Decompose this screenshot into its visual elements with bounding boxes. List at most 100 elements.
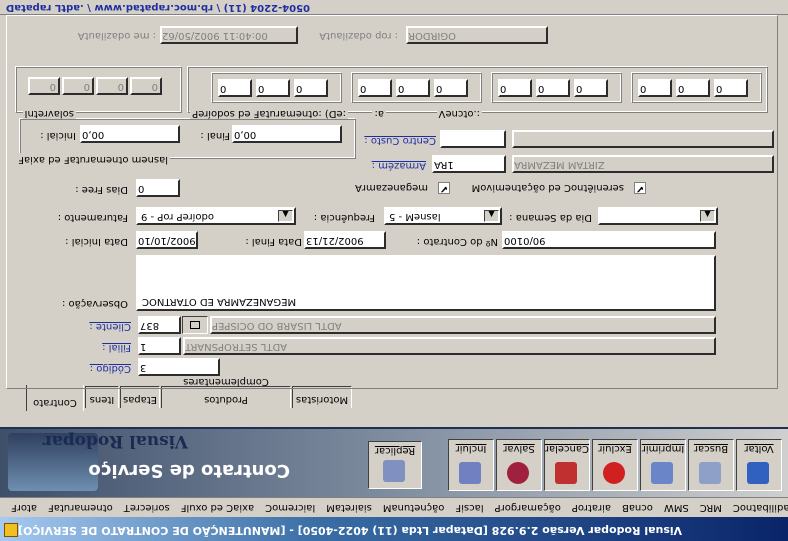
- periodo-input[interactable]: 0: [638, 79, 672, 97]
- menu-frota[interactable]: Frota: [11, 502, 37, 513]
- periodo-input[interactable]: 0: [358, 79, 392, 97]
- inicial-input[interactable]: 0,00: [80, 125, 180, 143]
- replicar-icon: [383, 460, 405, 482]
- armazem-input[interactable]: AR1: [432, 155, 506, 173]
- salvar-button[interactable]: Salvar: [496, 439, 542, 491]
- periodo-input[interactable]: 0: [294, 79, 328, 97]
- data-inicial-input[interactable]: 01/01/2009: [136, 231, 198, 249]
- chevron-down-icon[interactable]: ▲: [484, 210, 499, 222]
- menu-wms[interactable]: WMS: [664, 502, 689, 513]
- menu-manuten-o[interactable]: Manutenção: [383, 502, 445, 513]
- status-text: Datapar Ltda. \ www.datapar.com.br \ (11…: [6, 2, 311, 13]
- atualizado-em-label: Atualizado em :: [77, 30, 156, 41]
- chevron-down-icon[interactable]: ▲: [700, 210, 715, 222]
- inicial-label: Inicial :: [40, 130, 76, 141]
- menu-bar: Frota Faturamento Terceiros Fluxo de Caixa C…: [0, 497, 788, 517]
- incluir-button[interactable]: Incluir: [448, 439, 494, 491]
- intervalo-input[interactable]: 0: [130, 77, 162, 95]
- faixa-group-label: Faixa de Faturamento mensal: [16, 153, 170, 165]
- movimentacao-checkbox[interactable]: ✔: [634, 182, 646, 194]
- filial-label[interactable]: Filial :: [102, 341, 131, 353]
- buscar-button[interactable]: Buscar: [688, 439, 734, 491]
- periodo-input[interactable]: 0: [536, 79, 570, 97]
- lookup-icon: [190, 321, 200, 329]
- menu-items: Frota Faturamento Terceiros Fluxo de Caixa C…: [0, 501, 788, 513]
- menu-programa-o[interactable]: Programação: [495, 502, 561, 513]
- dias-free-input[interactable]: 0: [136, 179, 180, 197]
- window-title: Visual Rodopar Versão 2.9.928 [Datapar L…: [17, 524, 682, 537]
- chevron-down-icon[interactable]: ▲: [278, 210, 293, 222]
- nr-contrato-input[interactable]: 0010/09: [502, 231, 716, 249]
- observacao-textarea[interactable]: CONTRATO DE ARMAZENAGEM: [136, 255, 716, 311]
- data-final-label: Data Final :: [245, 236, 302, 247]
- incluir-icon: [459, 462, 481, 484]
- app-icon: [4, 523, 18, 537]
- periodo-input[interactable]: 0: [396, 79, 430, 97]
- menu-portaria[interactable]: Portaria: [572, 502, 611, 513]
- menu-faturamento[interactable]: Faturamento: [48, 502, 113, 513]
- voltar-button[interactable]: Voltar: [736, 439, 782, 491]
- centro-custo-input[interactable]: [440, 130, 506, 148]
- armazenagem-checkbox[interactable]: ✔: [438, 182, 450, 194]
- intervalo-input[interactable]: 0: [96, 77, 128, 95]
- tab-etapas[interactable]: Etapas: [120, 386, 160, 408]
- menu-terceiros[interactable]: Terceiros: [124, 502, 170, 513]
- menu-materiais[interactable]: Materiais: [326, 502, 372, 513]
- menu-fluxo-de-caixa[interactable]: Fluxo de Caixa: [181, 502, 254, 513]
- cancelar-icon: [555, 462, 577, 484]
- final-input[interactable]: 0,00: [232, 125, 342, 143]
- frequencia-select[interactable]: 5 - Mensal ▲: [384, 207, 502, 225]
- intervalo-input[interactable]: 0: [28, 77, 60, 95]
- data-final-input[interactable]: 31/12/2009: [304, 231, 386, 249]
- tab-motoristas[interactable]: Motoristas: [292, 386, 352, 408]
- tab-produtos-complementares[interactable]: Produtos Complementares: [161, 376, 291, 408]
- dia-semana-select[interactable]: ▲: [598, 207, 718, 225]
- periodo-input[interactable]: 0: [434, 79, 468, 97]
- faturamento-select[interactable]: 9 - Por Período ▲: [136, 207, 296, 225]
- periodo-input[interactable]: 0: [498, 79, 532, 97]
- banner-logo: Visual Rodopar: [42, 431, 188, 451]
- atualizado-por-label: Atualizado por :: [319, 30, 398, 41]
- filial-name: TRANSPORTES LTDA: [183, 337, 716, 355]
- replicar-button[interactable]: Replicar: [368, 441, 422, 489]
- tab-itens[interactable]: Itens: [85, 386, 119, 408]
- periodo-input[interactable]: 0: [676, 79, 710, 97]
- cliente-input[interactable]: 738: [138, 316, 181, 334]
- intervalos-label: Intervalos: [22, 107, 76, 119]
- printer-icon: [651, 462, 673, 484]
- excluir-button[interactable]: Excluir: [592, 439, 638, 491]
- excluir-icon: [603, 462, 625, 484]
- menu-fiscal[interactable]: Fiscal: [455, 502, 483, 513]
- dia-semana-label: Dia da Semana :: [509, 212, 592, 223]
- menu-banco[interactable]: Banco: [622, 502, 653, 513]
- banner-subtitle: Contrato de Serviço: [88, 460, 290, 481]
- armazem-name: ARMAZEM MATRIZ: [512, 155, 774, 173]
- atualizado-por-input: RODRIGO: [406, 26, 548, 44]
- periodo-input[interactable]: 0: [256, 79, 290, 97]
- imprimir-button[interactable]: Imprimir: [640, 439, 686, 491]
- movimentacao-label: Movimentação de Contêineres: [471, 182, 624, 193]
- buscar-icon: [699, 462, 721, 484]
- title-bar: Visual Rodopar Versão 2.9.928 [Datapar L…: [0, 517, 788, 541]
- cliente-lookup-button[interactable]: [182, 316, 208, 334]
- cliente-label[interactable]: Cliente :: [89, 320, 131, 332]
- faturamento-label: Faturamento :: [57, 212, 128, 223]
- codigo-input[interactable]: 3: [138, 358, 220, 376]
- periodo-input[interactable]: 0: [714, 79, 748, 97]
- menu-crm[interactable]: CRM: [700, 502, 722, 513]
- filial-input[interactable]: 1: [138, 337, 181, 355]
- intervalo-input[interactable]: 0: [62, 77, 94, 95]
- cancelar-button[interactable]: Cancelar: [544, 439, 590, 491]
- dias-free-label: Dias Free :: [75, 184, 128, 195]
- voltar-icon: [747, 462, 769, 484]
- salvar-icon: [507, 462, 529, 484]
- centro-custo-label[interactable]: Centro Custo :: [364, 134, 436, 146]
- periodo-input[interactable]: 0: [218, 79, 252, 97]
- periodo-input[interactable]: 0: [574, 79, 608, 97]
- menu-contabilidade[interactable]: Contabilidade: [733, 502, 788, 513]
- screen: Visual Rodopar Versão 2.9.928 [Datapar L…: [0, 0, 788, 541]
- cliente-name: PEPSICO DO BRASIL LTDA: [210, 316, 716, 334]
- codigo-label[interactable]: Código :: [90, 362, 131, 374]
- menu-comercial[interactable]: Comercial: [265, 502, 315, 513]
- armazem-label[interactable]: Armazém :: [372, 159, 426, 171]
